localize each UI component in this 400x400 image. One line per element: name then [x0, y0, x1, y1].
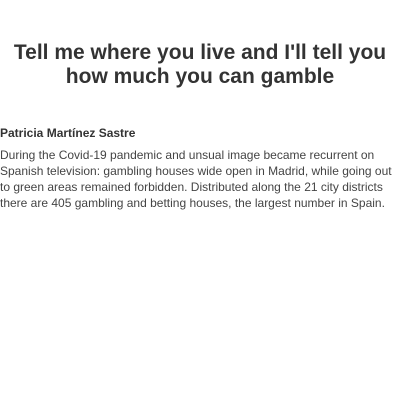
- article-title: Tell me where you live and I'll tell you…: [13, 41, 387, 88]
- article-author: Patricia Martínez Sastre: [0, 126, 136, 140]
- article: Tell me where you live and I'll tell you…: [0, 0, 400, 400]
- article-summary: During the Covid-19 pandemic and unsual …: [0, 148, 392, 210]
